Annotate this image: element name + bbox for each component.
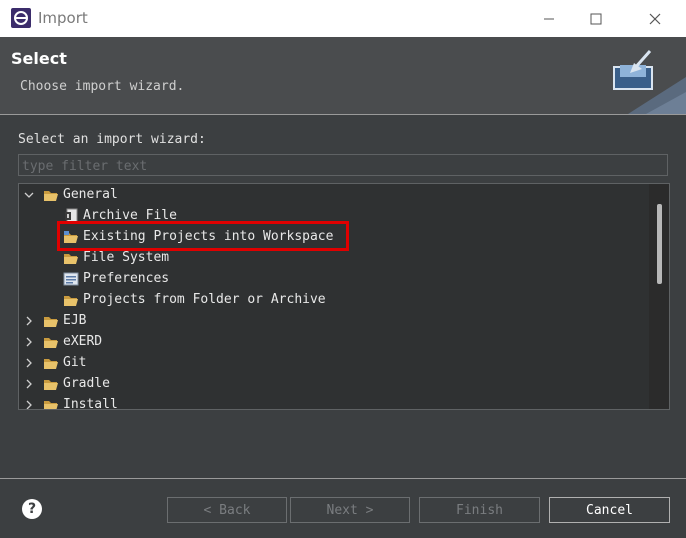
tree-item-label: File System <box>83 250 170 265</box>
wizard-tree[interactable]: General Archive File Existing Projects i… <box>18 183 670 410</box>
help-icon[interactable]: ? <box>22 499 42 519</box>
folder-icon <box>43 355 59 371</box>
folder-icon <box>43 376 59 392</box>
tree-item-general[interactable]: General <box>23 184 118 205</box>
preferences-icon <box>63 271 79 287</box>
back-button[interactable]: < Back <box>167 497 287 523</box>
chevron-right-icon[interactable] <box>23 378 35 390</box>
page-title: Select <box>11 49 67 68</box>
window-title: Import <box>38 9 88 27</box>
folder-icon <box>63 292 79 308</box>
scrollbar-thumb[interactable] <box>657 204 662 284</box>
eclipse-app-icon <box>11 8 31 28</box>
tree-item-label: Preferences <box>83 271 170 286</box>
header-separator <box>0 114 686 115</box>
tree-item-ejb[interactable]: EJB <box>23 310 86 331</box>
tree-item-label: Projects from Folder or Archive <box>83 292 326 307</box>
tree-item-label: Git <box>63 355 87 370</box>
chevron-right-icon[interactable] <box>23 399 35 410</box>
folder-open-icon <box>43 187 59 203</box>
folder-icon <box>43 313 59 329</box>
tree-item-label: Gradle <box>63 376 110 391</box>
tree-scrollbar[interactable] <box>649 184 669 409</box>
tree-item-label: EJB <box>63 313 87 328</box>
tree-item-git[interactable]: Git <box>23 352 86 373</box>
minimize-button[interactable] <box>526 0 572 37</box>
tree-item-exerd[interactable]: eXERD <box>23 331 102 352</box>
footer-separator <box>0 478 686 479</box>
wizard-header: Select Choose import wizard. <box>0 37 686 114</box>
file-system-icon <box>63 250 79 266</box>
archive-file-icon <box>63 208 79 224</box>
import-wizard-icon <box>606 37 686 114</box>
title-bar: Import <box>0 0 686 37</box>
tree-item-label: Existing Projects into Workspace <box>83 229 334 244</box>
close-icon <box>649 13 661 24</box>
folder-icon <box>43 334 59 350</box>
filter-input[interactable] <box>19 156 667 177</box>
tree-item-install[interactable]: Install <box>23 394 118 410</box>
import-dialog: Import Select Choose import wizard. Sele… <box>0 0 686 538</box>
tree-item-archive-file[interactable]: Archive File <box>63 205 177 226</box>
tree-item-label: General <box>63 187 118 202</box>
tree-item-projects-from-folder[interactable]: Projects from Folder or Archive <box>63 289 326 310</box>
chevron-right-icon[interactable] <box>23 357 35 369</box>
tree-item-file-system[interactable]: File System <box>63 247 169 268</box>
filter-field[interactable] <box>18 154 668 177</box>
maximize-icon <box>590 13 602 24</box>
wizard-label: Select an import wizard: <box>18 132 206 147</box>
page-description: Choose import wizard. <box>20 79 185 94</box>
close-button[interactable] <box>632 0 678 37</box>
tree-item-gradle[interactable]: Gradle <box>23 373 110 394</box>
minimize-icon <box>544 18 554 19</box>
tree-item-label: Install <box>63 397 118 410</box>
folder-icon <box>43 397 59 409</box>
existing-projects-icon <box>63 229 79 245</box>
chevron-right-icon[interactable] <box>23 336 35 348</box>
tree-item-existing-projects[interactable]: Existing Projects into Workspace <box>63 226 333 247</box>
tree-item-label: Archive File <box>83 208 177 223</box>
tree-item-preferences[interactable]: Preferences <box>63 268 169 289</box>
next-button[interactable]: Next > <box>290 497 410 523</box>
maximize-button[interactable] <box>573 0 619 37</box>
chevron-right-icon[interactable] <box>23 315 35 327</box>
finish-button[interactable]: Finish <box>419 497 540 523</box>
tree-item-label: eXERD <box>63 334 103 349</box>
chevron-down-icon[interactable] <box>23 189 35 201</box>
cancel-button[interactable]: Cancel <box>549 497 670 523</box>
